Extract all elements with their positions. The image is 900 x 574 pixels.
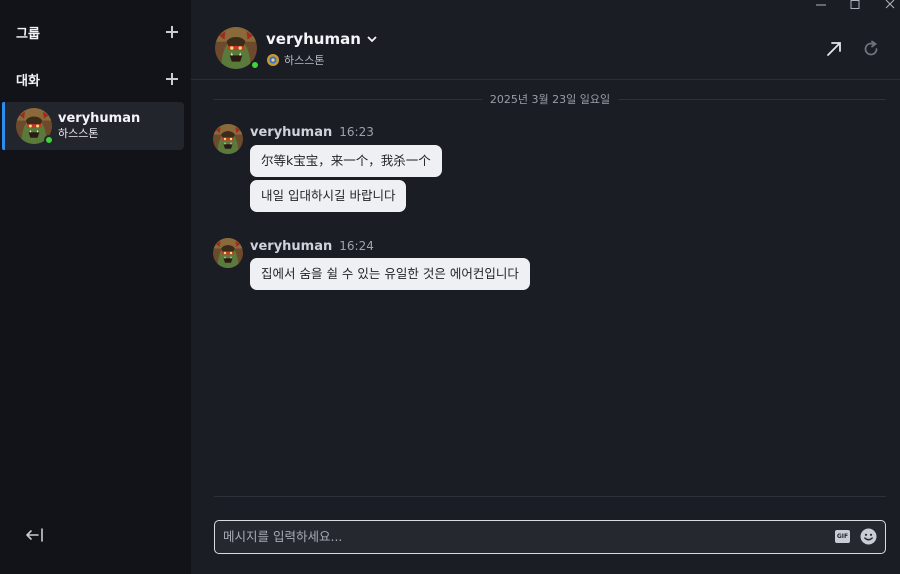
contact-name: veryhuman <box>266 30 361 48</box>
add-conversation-plus-icon[interactable] <box>165 72 179 86</box>
message-bubble[interactable]: 尔等k宝宝，来一个，我杀一个 <box>250 145 442 177</box>
chat-header: veryhuman 하스스톤 <box>191 0 900 80</box>
conversation-game: 하스스톤 <box>58 127 99 140</box>
avatar[interactable] <box>213 124 243 154</box>
sidebar: 그룹 대화 veryhuman 하스스톤 <box>0 0 191 574</box>
contact-game: 하스스톤 <box>266 52 324 68</box>
message-author[interactable]: veryhuman <box>250 125 332 140</box>
conversation-name: veryhuman <box>58 111 141 126</box>
refresh-icon[interactable] <box>862 40 880 58</box>
message-bubble[interactable]: 내일 입대하시길 바랍니다 <box>250 180 407 212</box>
conversation-item-veryhuman[interactable]: veryhuman 하스스톤 <box>2 102 184 150</box>
conversations-label: 대화 <box>16 73 40 89</box>
message-time: 16:23 <box>339 125 374 139</box>
collapse-left-icon[interactable] <box>24 526 46 544</box>
avatar[interactable] <box>213 238 243 268</box>
contact-game-label: 하스스톤 <box>284 54 325 67</box>
message-time: 16:24 <box>339 239 374 253</box>
message-author[interactable]: veryhuman <box>250 239 332 254</box>
message-composer: GIF <box>214 520 886 554</box>
date-divider: 2025년 3월 23일 일요일 <box>214 92 887 106</box>
date-divider-label: 2025년 3월 23일 일요일 <box>489 93 611 106</box>
avatar <box>16 108 54 145</box>
gif-button[interactable]: GIF <box>835 530 850 543</box>
active-indicator <box>2 102 5 150</box>
message-input[interactable] <box>223 521 823 552</box>
message-bubble[interactable]: 집에서 숨을 쉴 수 있는 유일한 것은 에어컨입니다 <box>250 258 530 290</box>
composer-divider <box>214 496 886 497</box>
contact-name-dropdown[interactable]: veryhuman <box>266 30 377 48</box>
groups-label: 그룹 <box>16 26 40 42</box>
chevron-down-icon <box>367 36 377 43</box>
hearthstone-icon <box>267 54 279 66</box>
smiley-icon[interactable] <box>860 528 877 545</box>
online-status-dot <box>44 135 54 145</box>
groups-section-header: 그룹 <box>16 22 179 42</box>
contact-avatar[interactable] <box>215 27 260 70</box>
add-group-plus-icon[interactable] <box>165 25 179 39</box>
conversations-section-header: 대화 <box>16 69 179 89</box>
online-status-dot <box>250 60 260 70</box>
arrow-up-right-icon[interactable] <box>825 40 843 58</box>
